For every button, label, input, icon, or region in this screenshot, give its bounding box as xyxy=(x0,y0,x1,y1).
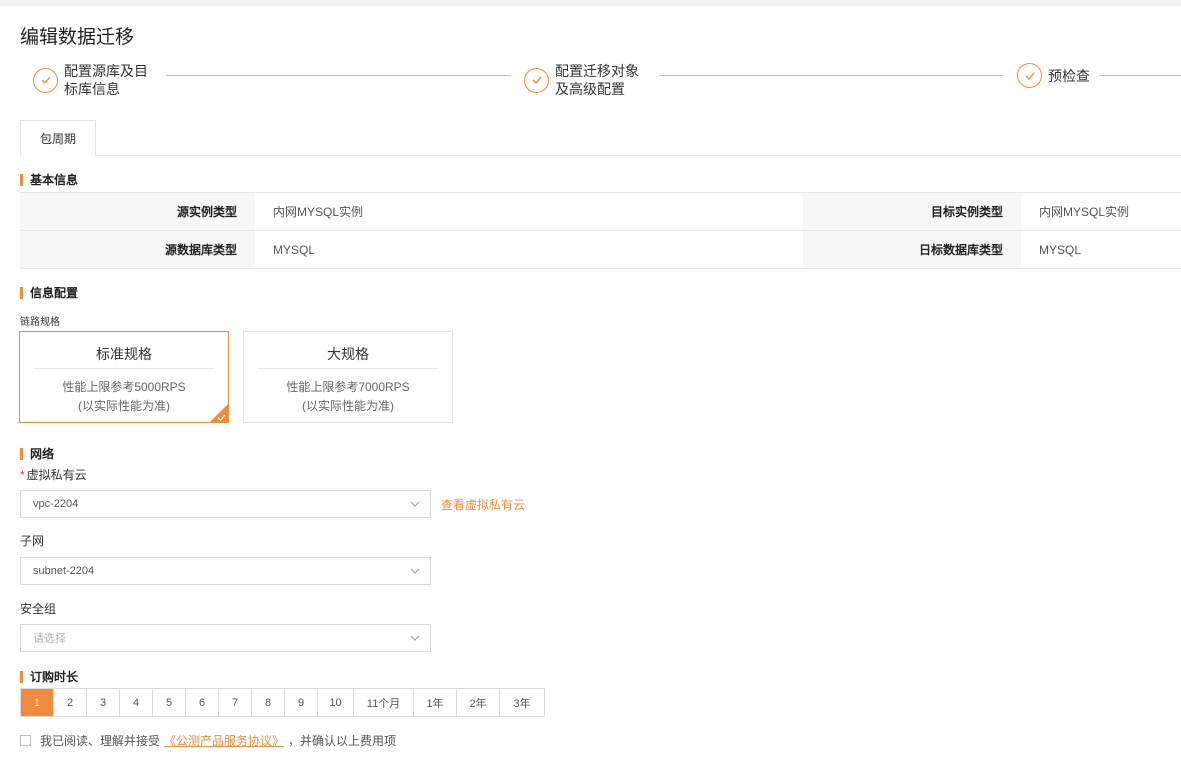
spec-desc-line1: 性能上限参考5000RPS xyxy=(62,380,186,394)
spec-title: 标准规格 xyxy=(96,346,152,362)
target-instance-type-value: 内网MYSQL实例 xyxy=(1039,205,1130,219)
agreement-suffix: ，并确认以上费用项 xyxy=(288,734,397,748)
step-2-line2: 及高级配置 xyxy=(555,81,625,97)
security-group-select[interactable]: 请选择 xyxy=(20,624,431,652)
duration-option[interactable]: 3 xyxy=(87,689,120,716)
top-strip xyxy=(0,0,1181,6)
basic-info-table: 源实例类型 内网MYSQL实例 目标实例类型 内网MYSQL实例 源数据库类型 … xyxy=(20,192,1181,269)
duration-option[interactable]: 6 xyxy=(186,689,219,716)
step-connector-1 xyxy=(166,75,511,76)
subnet-select-value: subnet-2204 xyxy=(33,565,95,577)
spec-title: 大规格 xyxy=(327,346,369,362)
chevron-down-icon xyxy=(410,501,420,507)
agreement-row: 我已阅读、理解并接受 《公测产品服务协议》 ，并确认以上费用项 xyxy=(20,732,396,749)
step-check-icon xyxy=(33,67,58,93)
duration-option[interactable]: 11个月 xyxy=(354,689,414,716)
source-instance-type-label: 源实例类型 xyxy=(20,193,255,230)
duration-option[interactable]: 2 xyxy=(54,689,87,716)
step-1: 配置源库及目 标库信息 xyxy=(33,62,148,98)
section-title: 网络 xyxy=(30,447,55,461)
spec-desc: 性能上限参考5000RPS (以实际性能为准) xyxy=(20,378,228,416)
step-3-label: 预检查 xyxy=(1048,67,1090,84)
step-check-icon xyxy=(1017,63,1042,88)
agreement-prefix: 我已阅读、理解并接受 xyxy=(40,734,161,748)
section-duration: 订购时长 xyxy=(20,668,78,685)
spec-divider xyxy=(34,368,214,369)
duration-selector: 1 2 3 4 5 6 7 8 9 10 11个月 1年 2年 3年 xyxy=(20,688,545,717)
agreement-checkbox[interactable] xyxy=(20,735,31,746)
section-basic-info: 基本信息 xyxy=(20,171,78,188)
step-connector-3 xyxy=(1099,75,1181,76)
spec-desc: 性能上限参考7000RPS (以实际性能为准) xyxy=(244,378,452,416)
spec-desc-line1: 性能上限参考7000RPS xyxy=(286,380,410,394)
step-3: 预检查 xyxy=(1017,63,1090,88)
view-vpc-link[interactable]: 查看虚拟私有云 xyxy=(441,496,525,513)
source-db-type-label: 源数据库类型 xyxy=(20,231,255,268)
step-2-label: 配置迁移对象 及高级配置 xyxy=(555,62,639,98)
table-row: 源实例类型 内网MYSQL实例 目标实例类型 内网MYSQL实例 xyxy=(20,193,1181,231)
link-spec-label: 链路规格 xyxy=(20,317,60,328)
vpc-select-value: vpc-2204 xyxy=(33,498,79,510)
duration-option[interactable]: 7 xyxy=(219,689,252,716)
step-2-line1: 配置迁移对象 xyxy=(555,63,639,79)
section-network: 网络 xyxy=(20,445,54,462)
duration-option[interactable]: 1年 xyxy=(414,689,457,716)
target-db-type-label: 日标数据库类型 xyxy=(803,231,1021,268)
vpc-label: * 虚拟私有云 xyxy=(20,466,87,483)
section-marker xyxy=(20,286,23,299)
duration-option[interactable]: 1 xyxy=(21,689,54,716)
subnet-label: 子网 xyxy=(20,534,45,548)
page-title: 编辑数据迁移 xyxy=(20,27,135,48)
step-connector-2 xyxy=(659,75,1003,76)
duration-option[interactable]: 4 xyxy=(120,689,153,716)
duration-option[interactable]: 2年 xyxy=(457,689,500,716)
spec-card-standard[interactable]: 标准规格 性能上限参考5000RPS (以实际性能为准) xyxy=(19,331,229,423)
selected-check-icon xyxy=(217,414,226,421)
section-config: 信息配置 xyxy=(20,284,78,301)
duration-option[interactable]: 10 xyxy=(318,689,354,716)
security-group-placeholder: 请选择 xyxy=(33,633,66,645)
spec-desc-line2: (以实际性能为准) xyxy=(302,399,394,413)
duration-option[interactable]: 5 xyxy=(153,689,186,716)
step-1-line1: 配置源库及目 xyxy=(64,63,148,79)
chevron-down-icon xyxy=(410,568,420,574)
tab-bar-divider xyxy=(20,155,1181,156)
spec-card-large[interactable]: 大规格 性能上限参考7000RPS (以实际性能为准) xyxy=(243,331,453,423)
required-mark: * xyxy=(20,468,25,482)
source-instance-type-value: 内网MYSQL实例 xyxy=(273,205,364,219)
step-1-label: 配置源库及目 标库信息 xyxy=(64,62,148,98)
spec-desc-line2: (以实际性能为准) xyxy=(78,399,170,413)
security-group-label: 安全组 xyxy=(20,602,57,616)
duration-option[interactable]: 8 xyxy=(252,689,285,716)
section-title: 订购时长 xyxy=(30,670,79,684)
agreement-link[interactable]: 《公测产品服务协议》 xyxy=(164,732,284,749)
step-2: 配置迁移对象 及高级配置 xyxy=(524,62,639,98)
duration-option[interactable]: 3年 xyxy=(500,689,544,716)
section-title: 基本信息 xyxy=(30,173,79,187)
table-row: 源数据库类型 MYSQL 日标数据库类型 MYSQL xyxy=(20,231,1181,269)
section-marker xyxy=(20,670,23,683)
step-check-icon xyxy=(524,67,549,93)
chevron-down-icon xyxy=(410,635,420,641)
target-db-type-value: MYSQL xyxy=(1039,242,1082,257)
source-db-type-value: MYSQL xyxy=(273,242,316,257)
target-instance-type-label: 目标实例类型 xyxy=(803,193,1021,230)
tab-subscription[interactable]: 包周期 xyxy=(20,120,96,156)
step-1-line2: 标库信息 xyxy=(64,81,120,97)
duration-option[interactable]: 9 xyxy=(285,689,318,716)
spec-divider xyxy=(258,368,438,369)
section-marker xyxy=(20,447,23,460)
vpc-label-text: 虚拟私有云 xyxy=(26,468,87,482)
subnet-select[interactable]: subnet-2204 xyxy=(20,557,431,585)
section-title: 信息配置 xyxy=(30,286,79,300)
vpc-select[interactable]: vpc-2204 xyxy=(20,490,431,518)
section-marker xyxy=(20,173,23,186)
